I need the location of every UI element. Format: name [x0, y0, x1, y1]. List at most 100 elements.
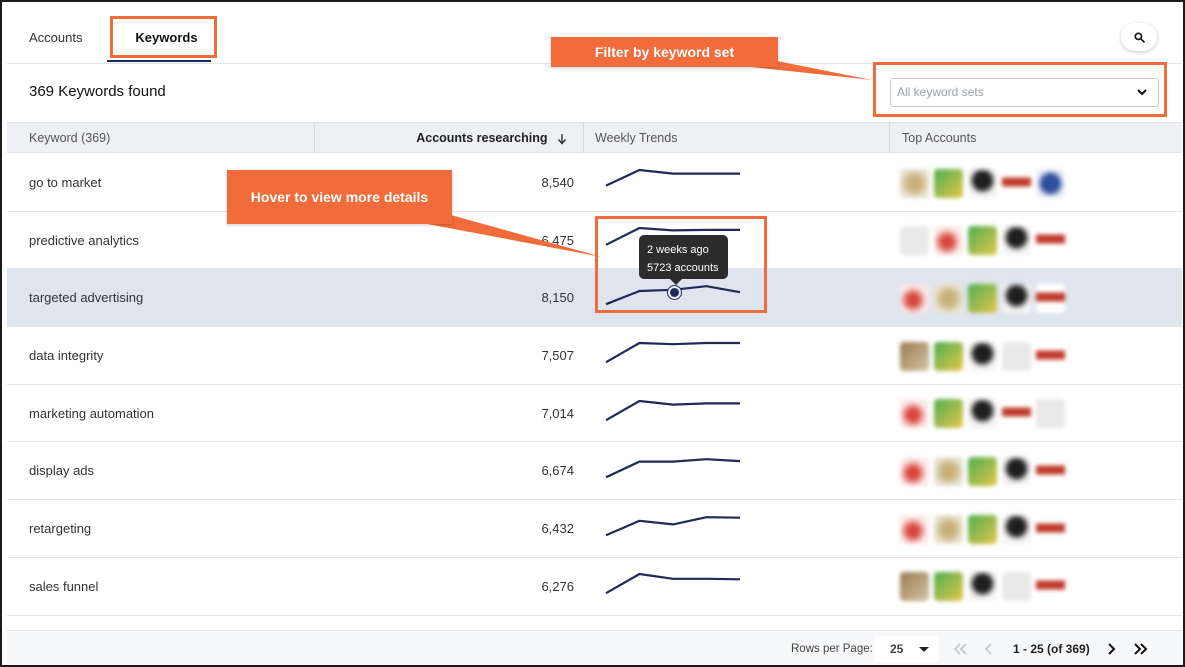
account-logo[interactable] — [1036, 456, 1065, 486]
account-logo[interactable] — [968, 572, 997, 602]
top-accounts-logos — [900, 283, 1065, 313]
rows-per-page-value: 25 — [890, 642, 904, 656]
table-row[interactable]: marketing automation 7,014 — [7, 385, 1182, 443]
table-row[interactable]: data integrity 7,507 — [7, 327, 1182, 385]
tab-accounts[interactable]: Accounts — [29, 16, 82, 62]
weekly-trend-sparkline[interactable] — [603, 455, 743, 485]
top-accounts-logos — [900, 456, 1065, 486]
account-logo[interactable] — [900, 456, 929, 486]
weekly-trend-sparkline[interactable] — [603, 340, 743, 370]
column-header-top-accounts: Top Accounts — [889, 123, 1182, 153]
account-logo[interactable] — [1036, 283, 1065, 313]
account-logo[interactable] — [1002, 168, 1031, 198]
accounts-count-cell: 7,014 — [541, 405, 574, 421]
trend-line — [605, 458, 741, 479]
trend-highlight-box — [595, 216, 767, 313]
top-accounts-logos — [900, 514, 1065, 544]
trend-line — [605, 516, 741, 537]
weekly-trend-sparkline[interactable] — [603, 571, 743, 601]
account-logo[interactable] — [934, 456, 963, 486]
account-logo[interactable] — [934, 514, 963, 544]
page-range: 1 - 25 (of 369) — [1013, 642, 1090, 656]
keyword-cell: data integrity — [29, 348, 104, 364]
account-logo[interactable] — [900, 168, 929, 198]
account-logo[interactable] — [934, 341, 963, 371]
accounts-count-cell: 7,507 — [541, 348, 574, 364]
account-logo[interactable] — [968, 283, 997, 313]
account-logo[interactable] — [1002, 226, 1031, 256]
account-logo[interactable] — [1002, 456, 1031, 486]
keyword-cell: sales funnel — [29, 578, 99, 594]
filter-highlight-box — [873, 62, 1167, 117]
hover-callout: Hover to view more details — [227, 170, 452, 224]
accounts-count-cell: 6,432 — [541, 521, 574, 537]
account-logo[interactable] — [934, 283, 963, 313]
accounts-count-cell: 6,674 — [541, 463, 574, 479]
account-logo[interactable] — [900, 283, 929, 313]
search-button[interactable] — [1121, 23, 1157, 51]
accounts-count-cell: 8,150 — [541, 290, 574, 306]
trend-line — [605, 572, 741, 594]
table-row[interactable]: sales funnel 6,276 — [7, 558, 1182, 616]
account-logo[interactable] — [968, 168, 997, 198]
trend-line — [605, 399, 740, 421]
account-logo[interactable] — [968, 341, 997, 371]
top-accounts-logos — [900, 168, 1065, 198]
account-logo[interactable] — [934, 226, 963, 256]
weekly-trend-sparkline[interactable] — [603, 513, 743, 543]
account-logo[interactable] — [1036, 168, 1065, 198]
top-accounts-logos — [900, 399, 1065, 429]
account-logo[interactable] — [1036, 399, 1065, 429]
caret-down-icon — [919, 647, 929, 652]
page-title: 369 Keywords found — [29, 83, 166, 100]
account-logo[interactable] — [1002, 341, 1031, 371]
account-logo[interactable] — [934, 399, 963, 429]
account-logo[interactable] — [1036, 341, 1065, 371]
app-frame: Accounts Keywords 369 Keywords found All… — [0, 0, 1185, 667]
keyword-cell: marketing automation — [29, 405, 155, 421]
previous-page-icon[interactable] — [981, 641, 997, 657]
column-header-accounts-label: Accounts researching — [416, 131, 548, 145]
account-logo[interactable] — [900, 514, 929, 544]
keyword-cell: retargeting — [29, 521, 92, 537]
account-logo[interactable] — [968, 514, 997, 544]
account-logo[interactable] — [968, 456, 997, 486]
top-accounts-logos — [900, 572, 1065, 602]
filter-callout: Filter by keyword set — [551, 37, 778, 67]
column-header-keyword[interactable]: Keyword (369) — [29, 123, 110, 153]
account-logo[interactable] — [900, 399, 929, 429]
next-page-icon[interactable] — [1103, 641, 1119, 657]
account-logo[interactable] — [900, 341, 929, 371]
account-logo[interactable] — [1036, 226, 1065, 256]
table-row[interactable]: go to market 8,540 — [7, 154, 1182, 212]
table-header: Keyword (369) Accounts researching Weekl… — [7, 122, 1182, 153]
account-logo[interactable] — [1002, 514, 1031, 544]
active-tab-indicator — [107, 60, 211, 62]
first-page-icon[interactable] — [952, 641, 968, 657]
keywords-tab-highlight-box — [110, 16, 217, 58]
account-logo[interactable] — [1002, 572, 1031, 602]
weekly-trend-sparkline[interactable] — [603, 167, 743, 197]
trend-line — [605, 168, 740, 187]
rows-per-page-select[interactable]: 25 — [875, 636, 939, 662]
account-logo[interactable] — [900, 572, 929, 602]
column-header-accounts[interactable]: Accounts researching — [314, 123, 584, 153]
trend-line — [605, 341, 740, 364]
rows-per-page-label: Rows per Page: — [791, 643, 873, 655]
keyword-cell: predictive analytics — [29, 232, 139, 248]
account-logo[interactable] — [968, 399, 997, 429]
weekly-trend-sparkline[interactable] — [603, 398, 743, 428]
table-row[interactable]: retargeting 6,432 — [7, 500, 1182, 558]
account-logo[interactable] — [1036, 514, 1065, 544]
account-logo[interactable] — [1002, 399, 1031, 429]
account-logo[interactable] — [1036, 572, 1065, 602]
account-logo[interactable] — [934, 168, 963, 198]
account-logo[interactable] — [968, 226, 997, 256]
account-logo[interactable] — [900, 226, 929, 256]
pagination-bar: Rows per Page: 25 1 - 25 (of 369) — [7, 630, 1182, 665]
account-logo[interactable] — [1002, 283, 1031, 313]
last-page-icon[interactable] — [1133, 641, 1149, 657]
table-row[interactable]: display ads 6,674 — [7, 442, 1182, 501]
account-logo[interactable] — [934, 572, 963, 602]
keyword-cell: targeted advertising — [29, 290, 144, 306]
